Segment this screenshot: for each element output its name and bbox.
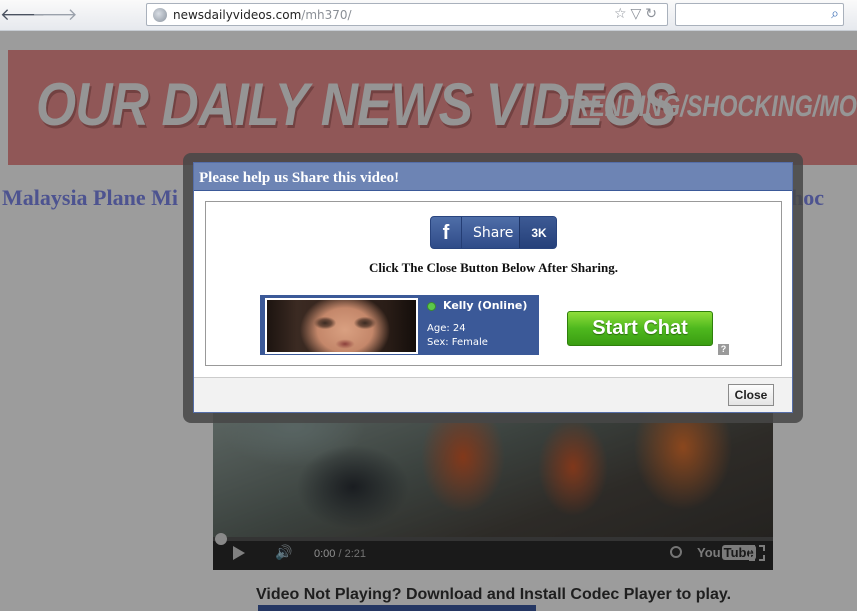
facebook-share-button[interactable]: f Share 3K (430, 216, 557, 249)
search-input[interactable]: ⌕ (675, 3, 844, 26)
online-status-icon (427, 302, 436, 311)
profile-name: Kelly (Online) (443, 299, 528, 312)
share-instruction: Click The Close Button Below After Shari… (368, 260, 619, 275)
share-count-box: 3K (519, 217, 556, 248)
help-icon[interactable]: ? (718, 344, 729, 355)
facebook-icon: f (442, 222, 450, 244)
modal-body: f Share 3K Click The Close Button Below … (205, 201, 782, 366)
start-chat-button[interactable]: Start Chat (567, 311, 713, 346)
url-action-icons[interactable]: ☆▽↻ (614, 6, 661, 22)
forward-arrow-icon[interactable]: 🡒 (32, 5, 78, 25)
profile-photo[interactable] (265, 298, 418, 354)
share-separator (461, 217, 462, 248)
chat-profile-card[interactable]: Kelly (Online) Age: 24 Sex: Female (260, 295, 539, 355)
globe-icon (153, 8, 167, 22)
back-arrow-icon[interactable]: 🡐 (0, 5, 46, 25)
share-count: 3K (531, 226, 547, 240)
address-bar[interactable]: newsdailyvideos.com/mh370/ ☆▽↻ (146, 3, 668, 26)
share-modal: Please help us Share this video! f Share… (193, 162, 793, 413)
profile-sex: Sex: Female (427, 337, 488, 348)
browser-toolbar: 🡐 🡒 newsdailyvideos.com/mh370/ ☆▽↻ ⌕ (0, 0, 857, 31)
close-button[interactable]: Close (728, 384, 774, 406)
modal-footer: Close (194, 377, 792, 412)
search-icon[interactable]: ⌕ (831, 6, 839, 22)
url-path: /mh370/ (301, 8, 352, 22)
modal-header: Please help us Share this video! (194, 163, 792, 191)
modal-title: Please help us Share this video! (199, 170, 400, 186)
share-label: Share (473, 225, 514, 241)
url-text: newsdailyvideos.com/mh370/ (173, 8, 352, 22)
url-domain: newsdailyvideos.com (173, 8, 302, 22)
profile-age: Age: 24 (427, 323, 466, 334)
